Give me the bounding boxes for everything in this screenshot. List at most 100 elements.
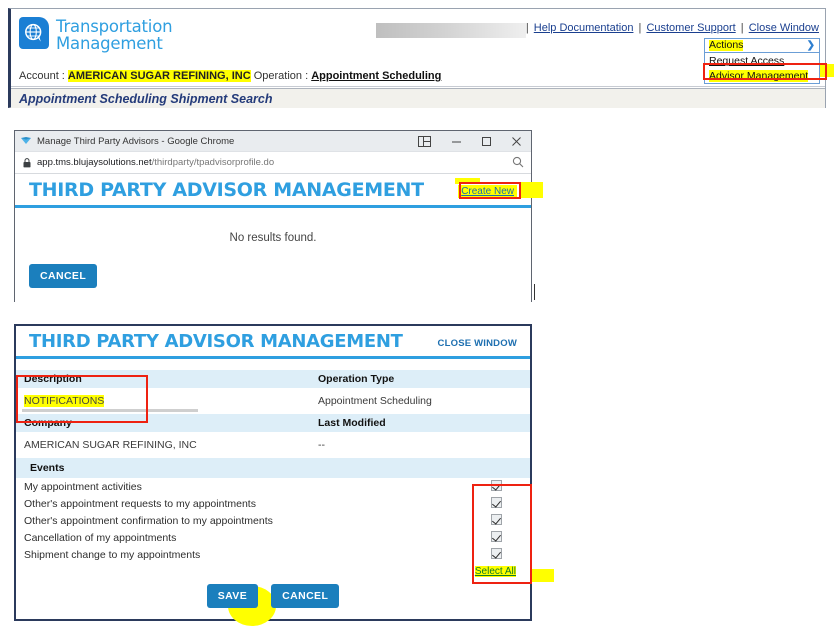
form-cancel-button[interactable]: CANCEL [271, 584, 340, 608]
events-header-row: Events [16, 458, 530, 478]
description-header-cell: Description [24, 373, 82, 385]
redacted-user-bar [376, 23, 526, 38]
event-label: Shipment change to my appointments [24, 548, 201, 561]
maximize-icon-svg [481, 136, 491, 146]
form-page-title: THIRD PARTY ADVISOR MANAGEMENT [29, 330, 403, 352]
company-value-cell: AMERICAN SUGAR REFINING, INC [24, 439, 197, 451]
select-all-row: Select All [16, 563, 530, 581]
form-spacer [16, 359, 530, 370]
form-close-window-link[interactable]: CLOSE WINDOW [438, 338, 517, 349]
event-checkbox[interactable] [491, 531, 502, 542]
operation-type-header-cell: Operation Type [318, 373, 395, 385]
menu-item-advisor-management-label: Advisor Management [709, 69, 809, 82]
application-window: Transportation Management | Help Documen… [8, 8, 826, 108]
popup-body: No results found. CANCEL [15, 208, 531, 299]
zoom-search-icon[interactable] [512, 156, 524, 168]
select-all-link[interactable]: Select All [474, 566, 516, 577]
link-separator-3: | [740, 22, 744, 34]
popup-page-title: THIRD PARTY ADVISOR MANAGEMENT [29, 178, 424, 201]
brand-title-line2: Management [56, 34, 163, 54]
save-button[interactable]: SAVE [206, 584, 259, 608]
header-divider [11, 86, 825, 87]
event-label: Other's appointment requests to my appoi… [24, 497, 256, 510]
brand-title: Transportation Management [56, 17, 173, 54]
annotation-highlight-select-all [532, 569, 554, 582]
event-row: Other's appointment confirmation to my a… [16, 512, 530, 529]
description-header-row: Description Operation Type [16, 370, 530, 388]
last-modified-value-cell: -- [318, 439, 325, 451]
operation-type-value-cell: Appointment Scheduling [318, 395, 432, 407]
event-checkbox[interactable] [491, 548, 502, 559]
description-input-wrapper: NOTIFICATIONS [22, 395, 202, 412]
event-row: Other's appointment requests to my appoi… [16, 495, 530, 512]
close-icon[interactable] [501, 131, 531, 151]
event-checkbox-cell [491, 548, 502, 562]
actions-dropdown-menu[interactable]: Actions ❯ Request Access Advisor Managem… [704, 38, 820, 84]
account-label: Account : [19, 70, 65, 82]
form-button-bar: SAVE CANCEL [16, 584, 530, 608]
event-checkbox[interactable] [491, 497, 502, 508]
top-links-bar: | Help Documentation | Customer Support … [524, 22, 819, 34]
event-checkbox-cell [491, 497, 502, 511]
events-list: My appointment activities Other's appoin… [16, 478, 530, 563]
stray-cursor-tick [534, 284, 535, 300]
close-icon-svg [511, 136, 521, 146]
company-header-row: Company Last Modified [16, 414, 530, 432]
event-row: Cancellation of my appointments [16, 529, 530, 546]
minimize-icon-svg [451, 141, 461, 142]
actions-menu-list: Request Access Advisor Management [704, 53, 820, 84]
company-value-row: AMERICAN SUGAR REFINING, INC -- [16, 432, 530, 458]
menu-item-request-access[interactable]: Request Access [705, 53, 819, 68]
account-operation-line: Account : AMERICAN SUGAR REFINING, INC O… [19, 70, 441, 82]
event-label: My appointment activities [24, 480, 142, 493]
minimize-icon[interactable] [441, 131, 471, 151]
popup-header: THIRD PARTY ADVISOR MANAGEMENT Create Ne… [15, 174, 531, 208]
page-title-bar: Appointment Scheduling Shipment Search [11, 88, 825, 108]
event-checkbox[interactable] [491, 480, 502, 491]
advisor-profile-form-panel: THIRD PARTY ADVISOR MANAGEMENT CLOSE WIN… [14, 324, 532, 621]
help-documentation-link[interactable]: Help Documentation [534, 22, 634, 34]
description-input[interactable]: NOTIFICATIONS [24, 395, 105, 407]
link-separator-1: | [525, 22, 529, 34]
form-header: THIRD PARTY ADVISOR MANAGEMENT CLOSE WIN… [16, 326, 530, 359]
chevron-right-icon: ❯ [806, 40, 815, 51]
chrome-popup-window: Manage Third Party Advisors - Google Chr… [14, 130, 532, 302]
create-new-wrapper: Create New [458, 185, 517, 198]
globe-icon-svg [25, 23, 42, 42]
event-row: Shipment change to my appointments [16, 546, 530, 563]
event-checkbox-cell [491, 480, 502, 494]
customer-support-link[interactable]: Customer Support [646, 22, 735, 34]
description-field-cell: NOTIFICATIONS [16, 395, 316, 412]
create-new-link[interactable]: Create New [458, 185, 517, 198]
blujay-favicon-icon [21, 137, 31, 144]
maximize-icon[interactable] [471, 131, 501, 151]
actions-menu-header[interactable]: Actions ❯ [704, 38, 820, 53]
operation-label: Operation : [253, 70, 309, 82]
chrome-url-host: app.tms.blujaysolutions.net [37, 157, 152, 168]
menu-item-advisor-management[interactable]: Advisor Management [705, 68, 819, 83]
events-header-label: Events [30, 462, 65, 474]
split-screen-icon[interactable] [407, 131, 441, 151]
chrome-window-buttons [407, 131, 531, 151]
event-label: Other's appointment confirmation to my a… [24, 514, 273, 527]
event-row: My appointment activities [16, 478, 530, 495]
event-checkbox[interactable] [491, 514, 502, 525]
chrome-address-bar[interactable]: app.tms.blujaysolutions.net/thirdparty/t… [15, 152, 531, 174]
form-bottom-rule [16, 616, 530, 619]
globe-speech-bubble-icon [19, 17, 49, 49]
event-checkbox-cell [491, 531, 502, 545]
brand-title-line1: Transportation [56, 17, 173, 36]
chrome-url-path: /thirdparty/tpadvisorprofile.do [151, 157, 275, 168]
close-window-link[interactable]: Close Window [749, 22, 819, 34]
menu-item-request-access-label: Request Access [709, 54, 785, 67]
event-label: Cancellation of my appointments [24, 531, 177, 544]
popup-cancel-button[interactable]: CANCEL [29, 264, 98, 288]
event-checkbox-cell [491, 514, 502, 528]
company-header-cell: Company [24, 417, 72, 429]
operation-value[interactable]: Appointment Scheduling [311, 70, 441, 82]
brand-logo-area: Transportation Management [19, 17, 173, 54]
last-modified-header-cell: Last Modified [318, 417, 386, 429]
description-input-underline [22, 409, 198, 412]
split-screen-icon-svg [417, 135, 431, 147]
account-value: AMERICAN SUGAR REFINING, INC [67, 70, 251, 82]
